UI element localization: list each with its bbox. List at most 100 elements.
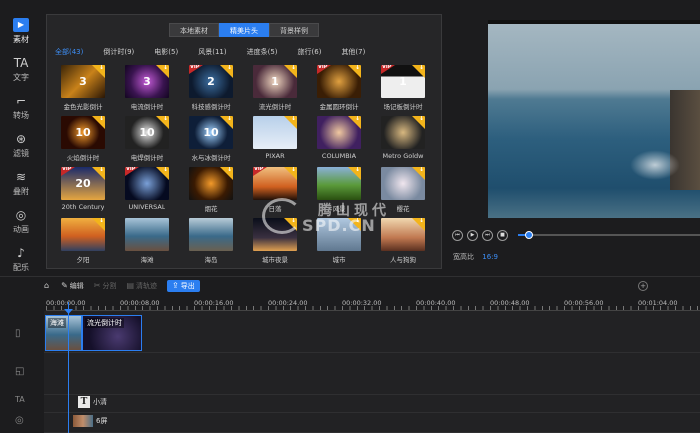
timeline-ruler[interactable]: 00:00:00.00 00:00:08.00 00:00:16.00 00:00:2… <box>46 297 700 311</box>
watermark-logo: 腾山现代 SPD.CN <box>262 194 442 238</box>
sidebar-item-6[interactable]: ♪ 配乐 <box>0 240 42 278</box>
edit-icon: ✎ <box>61 281 68 290</box>
playback-progress-bar[interactable] <box>518 231 700 239</box>
library-tab-2[interactable]: 背景样例 <box>269 23 319 37</box>
template-item[interactable]: 1 VIP ↓ 场记板倒计时 <box>371 65 435 116</box>
download-arrow-icon: ↓ <box>98 65 104 71</box>
ruler-label: 00:00:56.00 <box>564 299 604 307</box>
template-thumbnail: 3 ↓ <box>61 65 105 98</box>
sidebar-item-3[interactable]: ⊛ 滤镜 <box>0 126 42 164</box>
export-icon: ⇪ <box>172 281 179 290</box>
download-arrow-icon: ↓ <box>98 167 104 173</box>
category-5[interactable]: 旅行(6) <box>298 47 322 57</box>
template-item[interactable]: 10 ↓ 火焰倒计时 <box>51 116 115 167</box>
download-arrow-icon: ↓ <box>162 65 168 71</box>
aspect-ratio-label: 宽高比 <box>453 253 474 261</box>
category-1[interactable]: 倒计时(9) <box>103 47 134 57</box>
category-3[interactable]: 风景(11) <box>198 47 226 57</box>
template-item[interactable]: 10 ↓ 电焊倒计时 <box>115 116 179 167</box>
ruler-label: 00:00:48.00 <box>490 299 530 307</box>
video-preview <box>488 20 700 218</box>
overlay-track-icon: ◱ <box>15 366 25 377</box>
zoom-icon[interactable]: + <box>638 281 648 291</box>
sidebar-item-0[interactable]: ▶ 素材 <box>0 12 42 50</box>
template-thumbnail: ↓ <box>189 167 233 200</box>
rewind-button[interactable]: ⏮ <box>452 229 463 241</box>
template-label: 烟花 <box>204 205 218 213</box>
category-2[interactable]: 电影(5) <box>154 47 178 57</box>
template-thumbnail: VIP ↓ <box>317 65 361 98</box>
play-button[interactable]: ▶ <box>467 229 478 241</box>
aspect-ratio-value[interactable]: 16:9 <box>482 253 498 261</box>
download-arrow-icon: ↓ <box>354 65 360 71</box>
video-track-icon: ▯ <box>15 328 21 339</box>
overlay-icon: ≋ <box>15 169 27 184</box>
play-square-icon: ▶ <box>13 17 29 32</box>
template-item[interactable]: ↓ 夕阳 <box>51 218 115 269</box>
video-clip-countdown[interactable]: 流光倒计时 <box>82 315 142 351</box>
download-arrow-icon: ↓ <box>98 218 104 224</box>
edit-button[interactable]: ✎ 编辑 <box>61 281 84 291</box>
template-label: 场记板倒计时 <box>383 103 423 111</box>
template-label: 金色光影倒计 <box>63 103 103 111</box>
download-arrow-icon: ↓ <box>162 116 168 122</box>
template-thumbnail: ↓ <box>253 116 297 149</box>
download-arrow-icon: ↓ <box>354 116 360 122</box>
vip-text: VIP <box>190 65 200 70</box>
effect-clip-thumbnail <box>73 415 93 427</box>
sidebar-item-4[interactable]: ≋ 叠附 <box>0 164 42 202</box>
sidebar-item-2[interactable]: ⌐ 转场 <box>0 88 42 126</box>
forward-button[interactable]: ⏭ <box>482 229 493 241</box>
sidebar-item-5[interactable]: ◎ 动画 <box>0 202 42 240</box>
category-4[interactable]: 进度条(5) <box>247 47 278 57</box>
category-6[interactable]: 其他(7) <box>341 47 365 57</box>
library-tab-0[interactable]: 本地素材 <box>169 23 219 37</box>
stop-button[interactable]: ■ <box>497 229 508 241</box>
clear-label: 清轨迹 <box>136 281 158 290</box>
music-icon: ♪ <box>17 245 25 260</box>
template-item[interactable]: 1 ↓ 流光倒计时 <box>243 65 307 116</box>
template-label: 人与狗狗 <box>390 256 416 264</box>
ruler-label: 00:00:32.00 <box>342 299 382 307</box>
template-item[interactable]: ↓ 烟花 <box>179 167 243 218</box>
progress-knob[interactable] <box>524 231 533 239</box>
template-item[interactable]: ↓ Metro Goldw <box>371 116 435 167</box>
video-clip-beach[interactable]: 海滩 <box>45 315 82 351</box>
text-clip[interactable]: T 小清 <box>78 395 122 409</box>
sidebar-item-1[interactable]: TA 文字 <box>0 50 42 88</box>
template-item[interactable]: 海岛 <box>179 218 243 269</box>
template-item[interactable]: VIP ↓ 金属圆环倒计 <box>307 65 371 116</box>
sidebar-item-label: 动画 <box>13 224 29 234</box>
template-item[interactable]: 3 ↓ 电流倒计时 <box>115 65 179 116</box>
template-item[interactable]: 2 VIP ↓ 科技感倒计时 <box>179 65 243 116</box>
animation-icon: ◎ <box>15 207 27 222</box>
template-label: 科技感倒计时 <box>191 103 231 111</box>
split-button[interactable]: ✂ 分割 <box>94 281 117 291</box>
clear-track-button[interactable]: ▤ 清轨迹 <box>126 281 157 291</box>
template-item[interactable]: 海滩 <box>115 218 179 269</box>
template-item[interactable]: ↓ COLUMBIA <box>307 116 371 167</box>
template-label: UNIVERSAL <box>128 203 166 211</box>
ruler-label: 00:00:00.00 <box>46 299 86 307</box>
download-arrow-icon: ↓ <box>290 65 296 71</box>
playhead-line[interactable] <box>68 302 69 433</box>
template-item[interactable]: 20 VIP ↓ 20th Century <box>51 167 115 218</box>
sidebar-item-label: 素材 <box>13 34 29 44</box>
timeline-tracks: 海滩 流光倒计时 <box>44 311 700 433</box>
template-item[interactable]: 10 ↓ 水与冰倒计时 <box>179 116 243 167</box>
download-arrow-icon: ↓ <box>290 167 296 173</box>
home-button[interactable]: ⌂ <box>44 281 51 290</box>
export-label: 导出 <box>180 281 195 290</box>
template-label: 水与冰倒计时 <box>191 154 231 162</box>
effect-clip[interactable]: 6屏 <box>73 414 117 428</box>
template-thumbnail: 3 ↓ <box>125 65 169 98</box>
library-tab-1[interactable]: 精美片头 <box>219 23 269 37</box>
template-item[interactable]: VIP ↓ UNIVERSAL <box>115 167 179 218</box>
template-item[interactable]: ↓ PIXAR <box>243 116 307 167</box>
category-0[interactable]: 全部(43) <box>55 47 83 57</box>
preview-foam <box>630 150 680 180</box>
template-item[interactable]: 3 ↓ 金色光影倒计 <box>51 65 115 116</box>
export-button[interactable]: ⇪ 导出 <box>167 279 200 292</box>
tool-sidebar: ▶ 素材 TA 文字 ⌐ 转场 ⊛ 滤镜 ≋ 叠附 ◎ 动画 ♪ 配乐 <box>0 12 42 272</box>
filter-icon: ⊛ <box>15 131 27 146</box>
